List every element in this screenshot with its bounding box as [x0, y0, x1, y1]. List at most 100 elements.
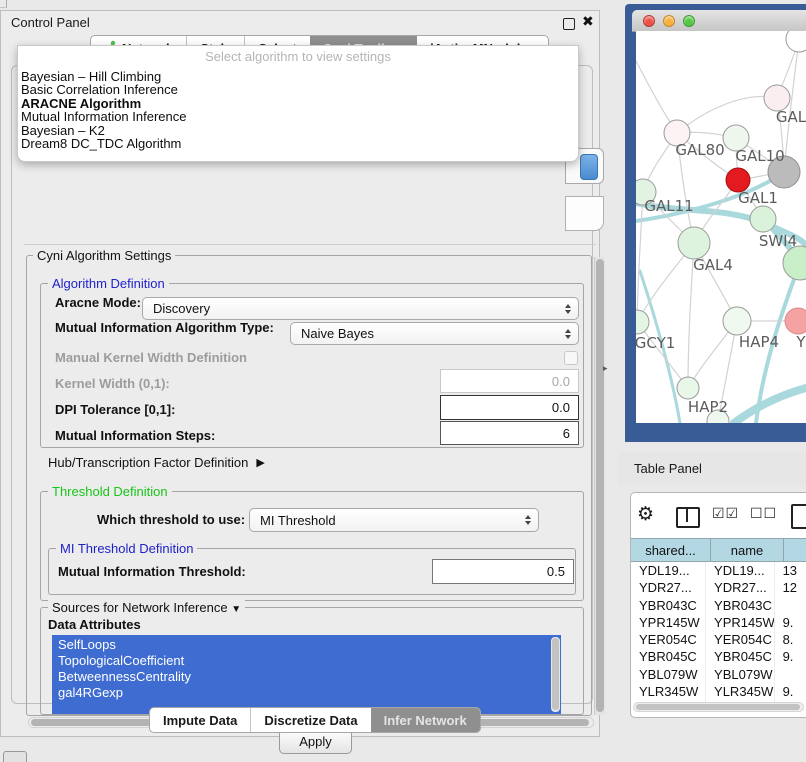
- table-row[interactable]: YBR043CYBR043C: [631, 597, 806, 614]
- cell: YDR27...: [706, 579, 775, 596]
- corner-artifact: [0, 0, 7, 8]
- cell: YER054C: [706, 631, 775, 648]
- column-header-name[interactable]: name: [711, 538, 784, 562]
- spinner-icon: [565, 329, 571, 339]
- table-row[interactable]: YDL19...YDL19...13: [631, 562, 806, 579]
- tab-impute-data[interactable]: Impute Data: [150, 708, 250, 732]
- node-label: SWI4: [759, 232, 797, 250]
- network-canvas[interactable]: GALGAL80GAL10GAL11GAL1SWI4GAL4GCY1HAP4YH…: [636, 31, 806, 423]
- screen: Control Panel ✖ NetworkStyleSelectCyni T…: [0, 0, 806, 762]
- mi-threshold-definition-title: MI Threshold Definition: [56, 541, 197, 556]
- spinner-icon: [525, 515, 531, 525]
- attributes-scrollbar[interactable]: [551, 637, 560, 712]
- cell: 9.: [775, 614, 806, 631]
- cell: YBL079W: [706, 666, 775, 683]
- node-label: GAL1: [738, 189, 778, 207]
- close-icon[interactable]: ✖: [582, 13, 594, 30]
- deselect-all-checkboxes-icon[interactable]: ☐☐: [750, 505, 777, 522]
- traffic-light-close-button[interactable]: [643, 15, 655, 27]
- tab-discretize-data[interactable]: Discretize Data: [250, 708, 370, 732]
- algorithm-option-bayesian-hill-climbing[interactable]: Bayesian – Hill Climbing: [21, 70, 578, 83]
- table-row[interactable]: YBR045CYBR045C9.: [631, 648, 806, 665]
- focused-spinner[interactable]: [580, 154, 598, 180]
- panel-splitter-arrow-icon[interactable]: ▸: [603, 363, 608, 374]
- node-label: HAP4: [739, 333, 779, 351]
- table-chooser-box-partial: [565, 196, 604, 231]
- table-row[interactable]: YLR345WYLR345W9.: [631, 683, 806, 700]
- network-node-hap4[interactable]: [723, 307, 751, 335]
- cell: [775, 666, 806, 683]
- traffic-light-minimize-button[interactable]: [663, 15, 675, 27]
- attribute-option-topologicalcoefficient[interactable]: TopologicalCoefficient: [52, 653, 561, 669]
- gear-icon[interactable]: ⚙: [637, 503, 654, 526]
- table-row[interactable]: YBL079WYBL079W: [631, 666, 806, 683]
- algorithm-option-mutual-information-inference[interactable]: Mutual Information Inference: [21, 110, 578, 123]
- minimized-panel-icon[interactable]: [3, 751, 27, 762]
- export-table-icon[interactable]: [791, 504, 806, 529]
- network-node-blank[interactable]: [786, 31, 806, 52]
- algorithm-option-aracne-algorithm[interactable]: ARACNE Algorithm: [21, 97, 578, 110]
- cyni-mode-tabs: Impute DataDiscretize DataInfer Network: [149, 707, 481, 733]
- network-node-gal1[interactable]: [750, 206, 776, 232]
- dpi-tolerance-input[interactable]: 0.0: [440, 395, 579, 420]
- table-row[interactable]: YDR27...YDR27...12: [631, 579, 806, 596]
- data-attributes-label: Data Attributes: [48, 617, 141, 632]
- column-header-blank[interactable]: [784, 538, 806, 562]
- cell: YPR145W: [631, 614, 706, 631]
- kernel-width-input[interactable]: 0.0: [440, 369, 579, 393]
- node-label: GAL11: [644, 197, 693, 215]
- mi-threshold-label: Mutual Information Threshold:: [58, 564, 246, 579]
- table-panel-header: Table Panel: [618, 452, 806, 485]
- table-row[interactable]: YPR145WYPR145W9.: [631, 614, 806, 631]
- algorithm-placeholder: Select algorithm to view settings: [18, 46, 578, 64]
- float-window-icon[interactable]: [563, 18, 575, 30]
- aracne-mode-select[interactable]: Discovery: [142, 297, 579, 320]
- threshold-definition-title: Threshold Definition: [48, 484, 172, 499]
- network-node-swi4[interactable]: [783, 246, 806, 280]
- table-row[interactable]: YER054CYER054C8.: [631, 631, 806, 648]
- vertical-scrollbar[interactable]: [594, 257, 605, 715]
- algorithm-dropdown-popup: Select algorithm to view settings Bayesi…: [17, 45, 579, 162]
- network-node-gcy1[interactable]: [636, 310, 649, 334]
- manual-kernel-width-checkbox[interactable]: [564, 351, 578, 365]
- algorithm-option-dream8-dc-tdc-algorithm[interactable]: Dream8 DC_TDC Algorithm: [21, 137, 578, 150]
- manual-kernel-width-label: Manual Kernel Width Definition: [55, 350, 247, 365]
- network-node-gal4[interactable]: [678, 227, 710, 259]
- traffic-light-zoom-button[interactable]: [683, 15, 695, 27]
- algorithm-option-basic-correlation-inference[interactable]: Basic Correlation Inference: [21, 83, 578, 96]
- cell: YER054C: [631, 631, 706, 648]
- mi-steps-value: 6: [563, 426, 570, 441]
- sources-title[interactable]: Sources for Network Inference ▼: [48, 600, 245, 615]
- node-label: GAL10: [735, 147, 784, 165]
- mi-steps-label: Mutual Information Steps:: [55, 428, 215, 443]
- hub-transcription-factor-expander[interactable]: Hub/Transcription Factor Definition ▶: [48, 455, 265, 470]
- tab-infer-network[interactable]: Infer Network: [371, 708, 480, 732]
- kernel-width-value: 0.0: [552, 374, 570, 389]
- cell: [775, 597, 806, 614]
- network-edge: [677, 96, 777, 133]
- mi-threshold-input[interactable]: 0.5: [432, 559, 574, 584]
- attribute-option-gal4rgexp[interactable]: gal4RGexp: [52, 685, 561, 701]
- column-header-shared[interactable]: shared...: [631, 538, 711, 562]
- algorithm-list: Bayesian – Hill ClimbingBasic Correlatio…: [18, 64, 578, 150]
- select-all-checkboxes-icon[interactable]: ☑☑: [712, 505, 739, 522]
- split-columns-icon[interactable]: [676, 507, 700, 528]
- network-edge: [637, 322, 688, 388]
- mi-steps-input[interactable]: 6: [440, 421, 579, 445]
- cell: YDL19...: [706, 562, 775, 579]
- mi-algorithm-type-value: Naive Bayes: [301, 326, 374, 341]
- aracne-mode-label: Aracne Mode:: [55, 295, 141, 310]
- cell: 13: [775, 562, 806, 579]
- cell: YLR345W: [706, 683, 775, 700]
- data-attributes-list: SelfLoopsTopologicalCoefficientBetweenne…: [52, 635, 561, 714]
- table-horizontal-scrollbar[interactable]: [633, 702, 804, 712]
- algorithm-option-bayesian-k2[interactable]: Bayesian – K2: [21, 124, 578, 137]
- mi-algorithm-type-select[interactable]: Naive Bayes: [290, 322, 579, 345]
- cell: 12: [775, 579, 806, 596]
- which-threshold-select[interactable]: MI Threshold: [249, 508, 539, 532]
- network-window-titlebar[interactable]: [632, 10, 806, 32]
- network-node-hap2[interactable]: [677, 377, 699, 399]
- attribute-option-selfloops[interactable]: SelfLoops: [52, 637, 561, 653]
- attribute-option-betweennesscentrality[interactable]: BetweennessCentrality: [52, 669, 561, 685]
- network-node-y[interactable]: [785, 308, 806, 334]
